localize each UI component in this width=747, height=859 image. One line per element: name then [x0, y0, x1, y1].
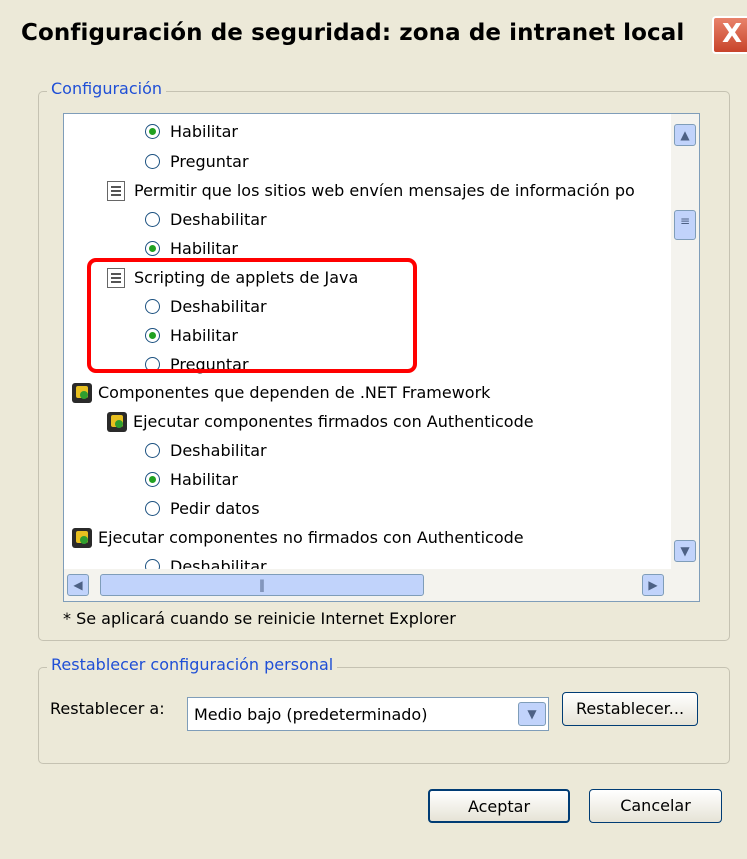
- restart-note: * Se aplicará cuando se reinicie Interne…: [63, 609, 456, 628]
- radio-button[interactable]: [145, 212, 160, 227]
- chevron-down-icon[interactable]: ▼: [518, 702, 546, 726]
- close-button[interactable]: X: [712, 16, 747, 54]
- reset-to-label: Restablecer a:: [50, 699, 165, 718]
- settings-group-legend: Configuración: [47, 79, 167, 98]
- list-item[interactable]: Habilitar: [145, 465, 238, 494]
- vertical-scrollbar[interactable]: ▲ ≡ ▼: [671, 114, 699, 569]
- radio-button[interactable]: [145, 472, 160, 487]
- setting-label: Ejecutar componentes no firmados con Aut…: [98, 528, 524, 547]
- radio-label: Habilitar: [170, 122, 238, 141]
- reset-button[interactable]: Restablecer...: [562, 692, 698, 726]
- list-item: Componentes que dependen de .NET Framewo…: [72, 378, 490, 407]
- radio-label: Habilitar: [170, 239, 238, 258]
- close-icon: X: [721, 19, 743, 49]
- radio-label: Preguntar: [170, 152, 249, 171]
- ok-button[interactable]: Aceptar: [428, 789, 570, 823]
- radio-button[interactable]: [145, 501, 160, 516]
- scroll-up-button[interactable]: ▲: [674, 124, 696, 146]
- setting-label: Ejecutar componentes firmados con Authen…: [133, 412, 534, 431]
- category-label: Componentes que dependen de .NET Framewo…: [98, 383, 491, 402]
- reset-group-legend: Restablecer configuración personal: [47, 655, 338, 674]
- net-framework-icon: [107, 411, 127, 432]
- net-framework-icon: [72, 382, 92, 403]
- scroll-thumb[interactable]: ≡: [674, 210, 696, 240]
- radio-label: Deshabilitar: [170, 441, 267, 460]
- setting-label: Permitir que los sitios web envíen mensa…: [134, 181, 635, 200]
- list-item[interactable]: Habilitar: [145, 117, 238, 146]
- radio-label: Pedir datos: [170, 499, 260, 518]
- list-item[interactable]: Preguntar: [145, 147, 249, 176]
- reset-level-value: Medio bajo (predeterminado): [194, 705, 428, 724]
- radio-button[interactable]: [145, 443, 160, 458]
- list-item[interactable]: Pedir datos: [145, 494, 260, 523]
- scroll-left-button[interactable]: ◀: [67, 574, 89, 596]
- cancel-button[interactable]: Cancelar: [589, 789, 722, 823]
- reset-level-select[interactable]: Medio bajo (predeterminado) ▼: [187, 697, 549, 731]
- reset-button-label: Restablecer...: [575, 699, 685, 718]
- list-item: Ejecutar componentes firmados con Authen…: [107, 407, 534, 436]
- scroll-right-button[interactable]: ▶: [642, 574, 664, 596]
- window-title: Configuración de seguridad: zona de intr…: [21, 20, 685, 46]
- radio-button[interactable]: [145, 241, 160, 256]
- list-item: Permitir que los sitios web envíen mensa…: [107, 176, 635, 205]
- list-item[interactable]: Deshabilitar: [145, 205, 267, 234]
- horizontal-scrollbar[interactable]: ◀ ‖ ▶: [64, 569, 699, 601]
- radio-label: Habilitar: [170, 470, 238, 489]
- list-item: Ejecutar componentes no firmados con Aut…: [72, 523, 524, 552]
- radio-label: Deshabilitar: [170, 210, 267, 229]
- script-doc-icon: [107, 180, 125, 201]
- list-item[interactable]: Deshabilitar: [145, 436, 267, 465]
- horizontal-scroll-thumb[interactable]: ‖: [100, 574, 424, 596]
- radio-button[interactable]: [145, 154, 160, 169]
- radio-button[interactable]: [145, 124, 160, 139]
- cancel-button-label: Cancelar: [620, 796, 691, 815]
- title-bar[interactable]: Configuración de seguridad: zona de intr…: [0, 0, 747, 74]
- net-framework-icon: [72, 527, 92, 548]
- scroll-down-button[interactable]: ▼: [674, 540, 696, 562]
- ok-button-label: Aceptar: [467, 797, 531, 816]
- highlight-box: [87, 258, 417, 373]
